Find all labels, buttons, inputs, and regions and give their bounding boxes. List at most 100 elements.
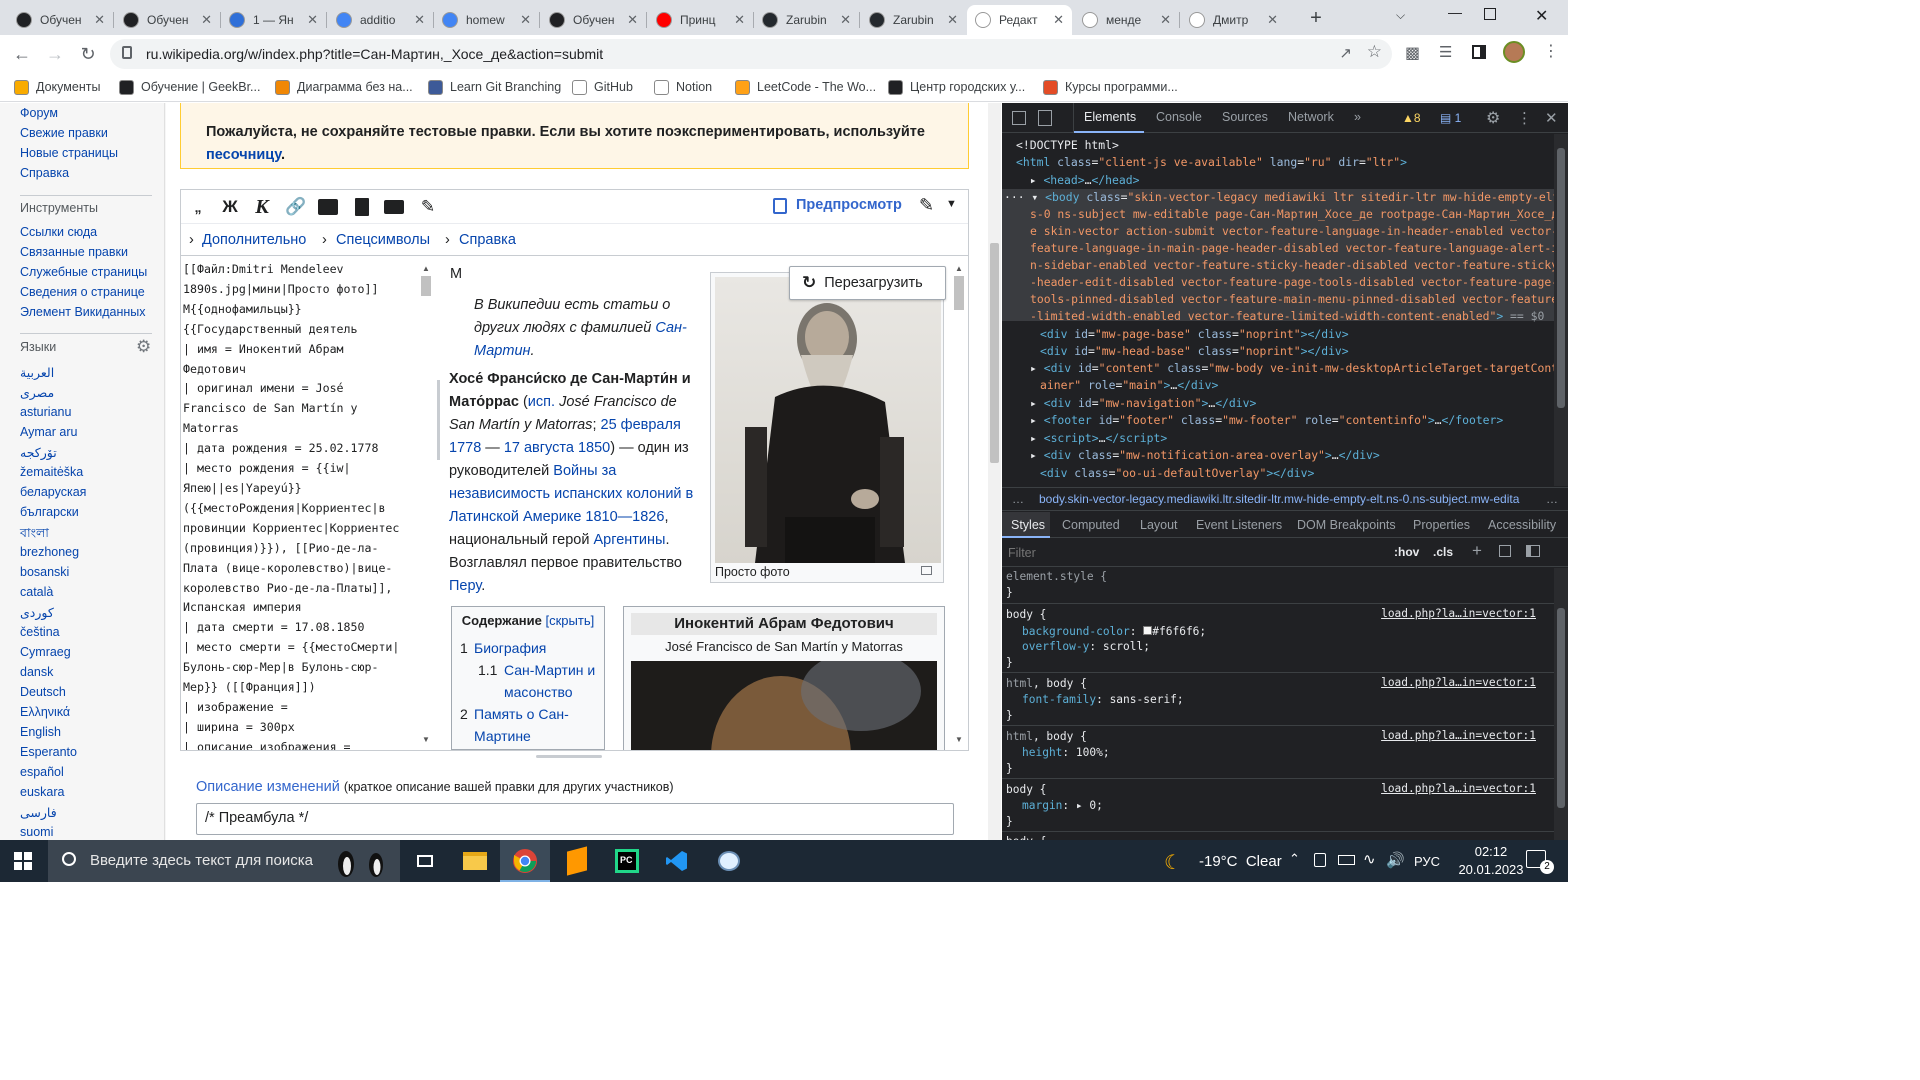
chrome-icon[interactable] bbox=[510, 846, 540, 876]
bookmark-item[interactable]: Notion bbox=[654, 78, 712, 96]
devtools-menu-icon[interactable]: ⋮ bbox=[1517, 109, 1532, 127]
bookmark-item[interactable]: Документы bbox=[14, 78, 100, 96]
editor-resize-grip[interactable] bbox=[536, 755, 602, 758]
sidebar-toggle-icon[interactable] bbox=[1526, 545, 1540, 557]
edit-mode-pencil-icon[interactable]: ✎ bbox=[919, 195, 934, 216]
tray-usb-icon[interactable] bbox=[1314, 853, 1326, 867]
sidebar-nav-link[interactable]: Новые страницы bbox=[20, 146, 118, 160]
maximize-button[interactable] bbox=[1484, 8, 1496, 20]
sidebar-language-link[interactable]: বাংলা bbox=[20, 525, 49, 545]
tray-chevron-up-icon[interactable]: ⌃ bbox=[1289, 851, 1300, 867]
subtab-dom-breakpoints[interactable]: DOM Breakpoints bbox=[1297, 518, 1396, 532]
minimize-button[interactable]: — bbox=[1440, 4, 1470, 28]
clock-date[interactable]: 20.01.2023 bbox=[1456, 862, 1526, 877]
sidebar-language-link[interactable]: Esperanto bbox=[20, 745, 77, 759]
subtab-styles[interactable]: Styles bbox=[1011, 518, 1045, 532]
url-bar[interactable]: ru.wikipedia.org/w/index.php?title=Сан-М… bbox=[110, 39, 1392, 69]
bookmark-item[interactable]: Курсы программи... bbox=[1043, 78, 1178, 96]
browser-tab[interactable]: Обучен ✕ bbox=[8, 5, 113, 35]
styles-pane[interactable]: element.style { } body { load.php?la…in=… bbox=[1002, 568, 1554, 840]
settings-gear-icon[interactable]: ⚙ bbox=[1486, 108, 1500, 128]
puzzle-icon[interactable] bbox=[383, 196, 405, 218]
image-icon[interactable] bbox=[317, 196, 339, 218]
enlarge-icon[interactable] bbox=[921, 566, 932, 575]
edit-summary-input[interactable]: /* Преамбула */ bbox=[196, 803, 954, 835]
tab-elements[interactable]: Elements bbox=[1084, 110, 1136, 124]
extensions-icon[interactable]: ▩ bbox=[1405, 43, 1420, 63]
device-toggle-icon[interactable] bbox=[1038, 110, 1052, 126]
task-view-icon[interactable] bbox=[410, 846, 440, 876]
infobox-portrait[interactable] bbox=[631, 661, 937, 750]
bookmark-item[interactable]: Learn Git Branching bbox=[428, 78, 561, 96]
toc-item[interactable]: 2 Память о Сан-Мартине bbox=[460, 703, 598, 747]
forward-icon[interactable]: → bbox=[43, 42, 67, 66]
tab-close-icon[interactable]: ✕ bbox=[1160, 12, 1171, 28]
styles-scrollbar[interactable] bbox=[1554, 568, 1568, 840]
side-panel-icon[interactable] bbox=[1472, 45, 1486, 59]
sidebar-language-link[interactable]: Aymar aru bbox=[20, 425, 77, 439]
lock-icon[interactable] bbox=[122, 46, 132, 59]
styles-filter-input[interactable] bbox=[1008, 543, 1368, 563]
sidebar-language-link[interactable]: English bbox=[20, 725, 61, 739]
preview-button[interactable]: Предпросмотр bbox=[796, 197, 902, 213]
sidebar-language-link[interactable]: Cymraeg bbox=[20, 645, 71, 659]
sublime-text-icon[interactable] bbox=[562, 846, 592, 876]
bg-color-value[interactable]: #f6f6f6 bbox=[1152, 625, 1199, 638]
tab-close-icon[interactable]: ✕ bbox=[947, 12, 958, 28]
dom-scrollbar[interactable] bbox=[1554, 134, 1568, 486]
rule-source-link[interactable]: load.php?la…in=vector:1 bbox=[1381, 782, 1536, 795]
share-icon[interactable]: ↗ bbox=[1339, 44, 1352, 62]
paint-app-icon[interactable] bbox=[714, 846, 744, 876]
wikitext-textarea[interactable]: [[Файл:Dmitri Mendeleev 1890s.jpg|мини|Пр… bbox=[181, 258, 435, 750]
argentina-link[interactable]: Аргентины bbox=[593, 532, 665, 548]
windows-start-icon[interactable] bbox=[8, 846, 38, 876]
browser-tab[interactable]: homew ✕ bbox=[434, 5, 539, 35]
sidebar-language-link[interactable]: suomi bbox=[20, 825, 53, 839]
browser-tab[interactable]: менде ✕ bbox=[1074, 5, 1179, 35]
browser-tab[interactable]: additio ✕ bbox=[328, 5, 433, 35]
browser-tab[interactable]: Дмитр ✕ bbox=[1181, 5, 1286, 35]
tab-advanced[interactable]: Дополнительно bbox=[202, 232, 306, 248]
bookmark-item[interactable]: Центр городских у... bbox=[888, 78, 1025, 96]
tab-sources[interactable]: Sources bbox=[1222, 110, 1268, 124]
tab-search-icon[interactable]: ⌵ bbox=[1396, 8, 1405, 23]
tab-close-icon[interactable]: ✕ bbox=[414, 12, 425, 28]
sidebar-language-link[interactable]: brezhoneg bbox=[20, 545, 79, 559]
bookmark-star-icon[interactable]: ☆ bbox=[1367, 42, 1382, 62]
browser-tab[interactable]: Zarubin ✕ bbox=[861, 5, 966, 35]
sidebar-language-link[interactable]: català bbox=[20, 585, 53, 599]
tab-close-icon[interactable]: ✕ bbox=[520, 12, 531, 28]
sidebar-language-link[interactable]: euskara bbox=[20, 785, 64, 799]
clock-time[interactable]: 02:12 bbox=[1460, 844, 1522, 859]
browser-tab[interactable]: 1 — Ян ✕ bbox=[221, 5, 326, 35]
sidebar-tool-link[interactable]: Сведения о странице bbox=[20, 285, 145, 299]
reference-icon[interactable] bbox=[351, 196, 373, 218]
tab-help[interactable]: Справка bbox=[459, 232, 516, 248]
tab-close-icon[interactable]: ✕ bbox=[840, 12, 851, 28]
sidebar-nav-link[interactable]: Свежие правки bbox=[20, 126, 108, 140]
dom-tree[interactable]: <!DOCTYPE html> <html class="client-js v… bbox=[1002, 134, 1568, 486]
browser-tab[interactable]: Принц ✕ bbox=[648, 5, 753, 35]
tab-close-icon[interactable]: ✕ bbox=[307, 12, 318, 28]
tab-close-icon[interactable]: ✕ bbox=[201, 12, 212, 28]
subtab-layout[interactable]: Layout bbox=[1140, 518, 1178, 532]
toc-item[interactable]: 1 Биография bbox=[460, 637, 598, 659]
split-resize-handle[interactable] bbox=[437, 380, 440, 460]
more-menu-icon[interactable]: ⋮ bbox=[1543, 41, 1559, 61]
hov-toggle[interactable]: :hov bbox=[1394, 545, 1419, 559]
sidebar-tool-link[interactable]: Служебные страницы bbox=[20, 265, 147, 279]
wifi-icon[interactable]: ∿ bbox=[1363, 850, 1376, 868]
lang-link[interactable]: исп. bbox=[528, 394, 555, 410]
tab-close-icon[interactable]: ✕ bbox=[1267, 12, 1278, 28]
tab-close-icon[interactable]: ✕ bbox=[734, 12, 745, 28]
language-settings-gear-icon[interactable]: ⚙ bbox=[136, 337, 151, 357]
sidebar-nav-link[interactable]: Справка bbox=[20, 166, 69, 180]
weather-moon-icon[interactable]: ☾ bbox=[1164, 850, 1182, 875]
tab-special-chars[interactable]: Спецсимволы bbox=[336, 232, 430, 248]
sidebar-language-link[interactable]: العربية bbox=[20, 365, 54, 380]
bookmark-item[interactable]: GitHub bbox=[572, 78, 633, 96]
subtab-properties[interactable]: Properties bbox=[1413, 518, 1470, 532]
back-icon[interactable]: ← bbox=[10, 42, 34, 66]
sidebar-language-link[interactable]: کوردی bbox=[20, 605, 54, 620]
pycharm-icon[interactable]: PC bbox=[612, 846, 642, 876]
